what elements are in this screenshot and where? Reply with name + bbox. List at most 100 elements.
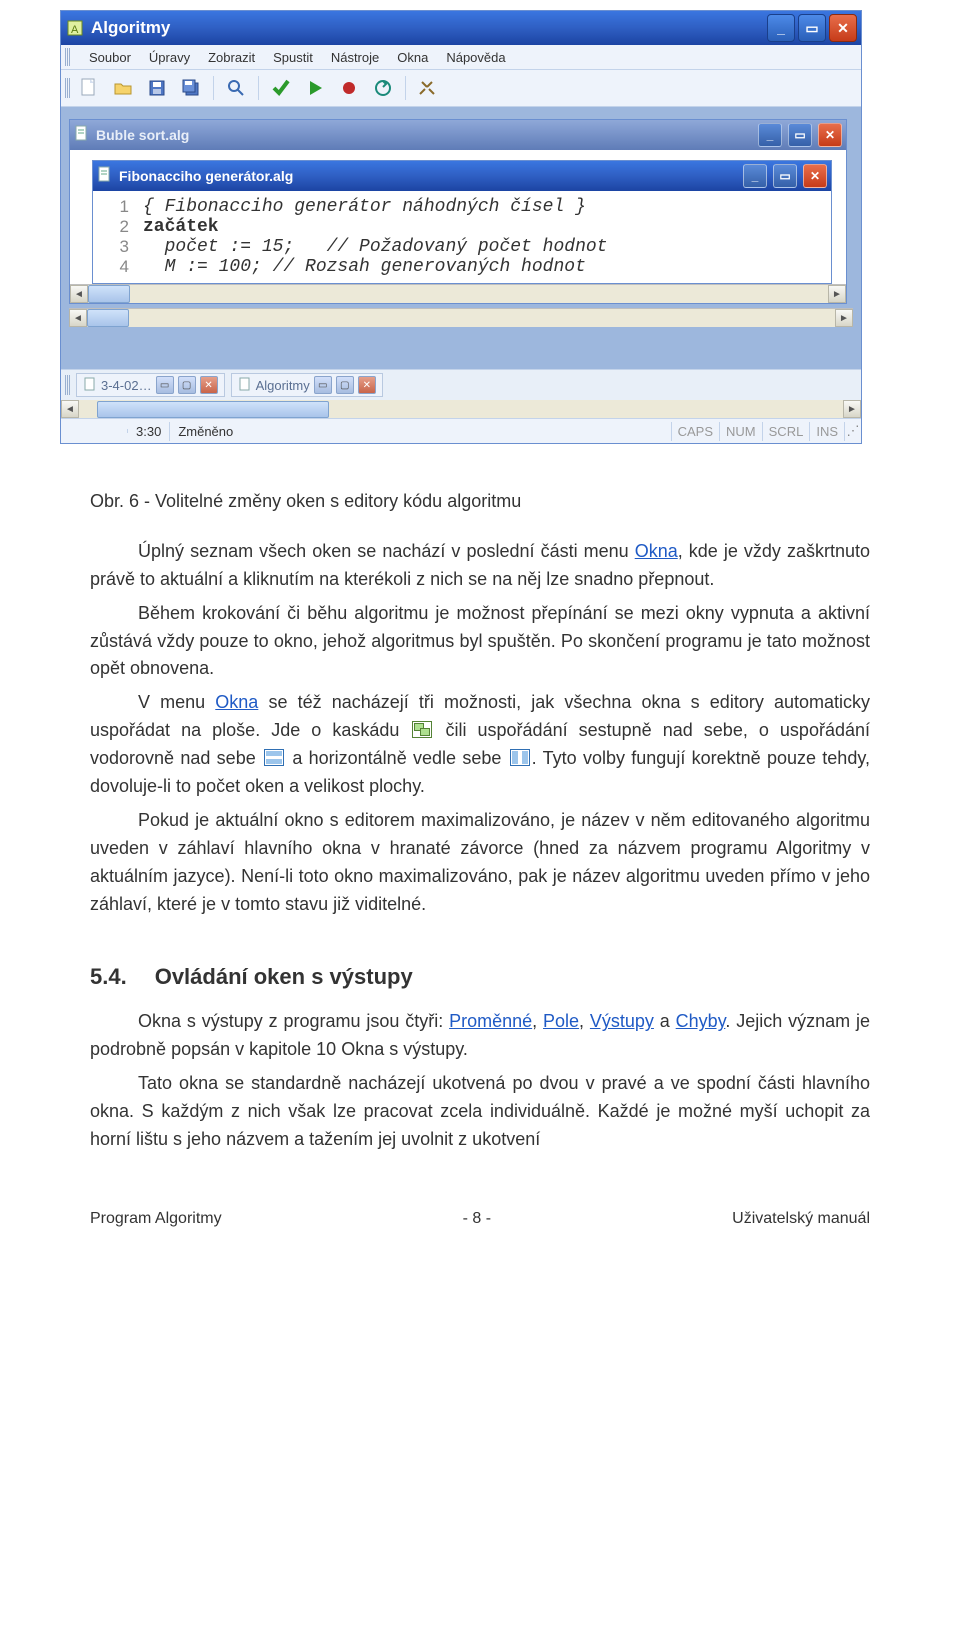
close-button[interactable]: ✕ (803, 164, 827, 188)
minimize-button[interactable]: _ (767, 14, 795, 42)
breakpoint-icon[interactable] (334, 74, 364, 102)
task-tab[interactable]: 3-4-02… ▭ ▢ ✕ (76, 373, 225, 397)
link-promenne[interactable]: Proměnné (449, 1011, 532, 1031)
find-icon[interactable] (221, 74, 251, 102)
status-cursor-pos: 3:30 (128, 422, 170, 441)
code-text: M := 100; // Rozsah generovaných hodnot (143, 257, 586, 277)
scroll-right-icon[interactable]: ► (835, 309, 853, 327)
scroll-right-icon[interactable]: ► (843, 400, 861, 418)
separator (258, 76, 259, 100)
document-body: Obr. 6 - Volitelné změny oken s editory … (0, 454, 960, 934)
new-file-icon[interactable] (74, 74, 104, 102)
menu-nastroje[interactable]: Nástroje (331, 50, 379, 65)
status-bar: 3:30 Změněno CAPS NUM SCRL INS ⋰ (61, 418, 861, 443)
child-window-front[interactable]: Fibonacciho generátor.alg _ ▭ ✕ 1{ Fibon… (92, 160, 832, 284)
footer-right: Uživatelský manuál (732, 1210, 870, 1228)
line-number: 4 (99, 257, 143, 277)
link-pole[interactable]: Pole (543, 1011, 579, 1031)
scroll-left-icon[interactable]: ◄ (69, 309, 87, 327)
paragraph: Úplný seznam všech oken se nachází v pos… (90, 538, 870, 594)
scroll-thumb[interactable] (97, 401, 329, 418)
tab-label: 3-4-02… (101, 378, 152, 393)
scroll-right-icon[interactable]: ► (828, 285, 846, 303)
horizontal-scrollbar[interactable]: ◄ ► (70, 284, 846, 303)
link-okna[interactable]: Okna (635, 541, 678, 561)
save-icon[interactable] (142, 74, 172, 102)
footer-left: Program Algoritmy (90, 1210, 222, 1228)
horizontal-scrollbar[interactable]: ◄ ► (61, 400, 861, 418)
code-text: počet := 15; // Požadovaný počet hodnot (143, 237, 607, 257)
open-file-icon[interactable] (108, 74, 138, 102)
scroll-left-icon[interactable]: ◄ (61, 400, 79, 418)
menu-okna[interactable]: Okna (397, 50, 428, 65)
code-editor[interactable]: 1{ Fibonacciho generátor náhodných čísel… (93, 191, 831, 283)
horizontal-scrollbar[interactable]: ◄ ► (69, 308, 853, 327)
app-icon: A (65, 18, 85, 38)
task-tab[interactable]: Algoritmy ▭ ▢ ✕ (231, 373, 383, 397)
separator (405, 76, 406, 100)
footer-page-number: - 8 - (463, 1210, 491, 1228)
line-number: 3 (99, 237, 143, 257)
title-bar[interactable]: A Algoritmy _ ▭ ✕ (61, 11, 861, 45)
grip-icon[interactable] (65, 48, 71, 66)
heading-text: Ovládání oken s výstupy (155, 964, 413, 989)
resize-grip-icon[interactable]: ⋰ (845, 423, 861, 439)
tab-restore-icon[interactable]: ▭ (156, 376, 174, 394)
stop-reset-icon[interactable] (368, 74, 398, 102)
menu-upravy[interactable]: Úpravy (149, 50, 190, 65)
grip-icon[interactable] (65, 78, 70, 98)
tab-max-icon[interactable]: ▢ (336, 376, 354, 394)
menu-soubor[interactable]: Soubor (89, 50, 131, 65)
tab-close-icon[interactable]: ✕ (200, 376, 218, 394)
child-title-text: Fibonacciho generátor.alg (119, 168, 737, 184)
scroll-left-icon[interactable]: ◄ (70, 285, 88, 303)
figure-caption: Obr. 6 - Volitelné změny oken s editory … (90, 488, 870, 516)
tab-close-icon[interactable]: ✕ (358, 376, 376, 394)
status-ins: INS (810, 422, 845, 441)
tab-max-icon[interactable]: ▢ (178, 376, 196, 394)
grip-icon[interactable] (65, 375, 70, 395)
status-modified: Změněno (170, 422, 671, 441)
tab-restore-icon[interactable]: ▭ (314, 376, 332, 394)
close-button[interactable]: ✕ (818, 123, 842, 147)
menu-zobrazit[interactable]: Zobrazit (208, 50, 255, 65)
separator (213, 76, 214, 100)
menu-spustit[interactable]: Spustit (273, 50, 313, 65)
mdi-client-area: Buble sort.alg _ ▭ ✕ Fibonacciho generát… (61, 107, 861, 369)
maximize-button[interactable]: ▭ (798, 14, 826, 42)
page-footer: Program Algoritmy - 8 - Uživatelský manu… (90, 1210, 870, 1228)
minimize-button[interactable]: _ (758, 123, 782, 147)
maximize-button[interactable]: ▭ (773, 164, 797, 188)
minimize-button[interactable]: _ (743, 164, 767, 188)
scroll-thumb[interactable] (88, 285, 130, 303)
link-vystupy[interactable]: Výstupy (590, 1011, 654, 1031)
save-all-icon[interactable] (176, 74, 206, 102)
tab-label: Algoritmy (256, 378, 310, 393)
scroll-thumb[interactable] (87, 309, 129, 327)
child-title-text: Buble sort.alg (96, 127, 752, 143)
caption-text: - Volitelné změny oken s editory kódu al… (139, 491, 521, 511)
child-window-back[interactable]: Buble sort.alg _ ▭ ✕ Fibonacciho generát… (69, 119, 847, 304)
text: , (532, 1011, 543, 1031)
caption-label: Obr. 6 (90, 491, 139, 511)
menu-napoveda[interactable]: Nápověda (446, 50, 505, 65)
tile-horizontal-icon (264, 749, 284, 766)
run-play-icon[interactable] (300, 74, 330, 102)
doc-icon (97, 166, 113, 187)
child-title-bar[interactable]: Fibonacciho generátor.alg _ ▭ ✕ (93, 161, 831, 191)
text: Okna s výstupy z programu jsou čtyři: (138, 1011, 449, 1031)
maximize-button[interactable]: ▭ (788, 123, 812, 147)
document-body: Okna s výstupy z programu jsou čtyři: Pr… (0, 1008, 960, 1169)
close-button[interactable]: ✕ (829, 14, 857, 42)
doc-icon (238, 377, 252, 394)
child-title-bar[interactable]: Buble sort.alg _ ▭ ✕ (70, 120, 846, 150)
svg-text:A: A (71, 24, 79, 36)
app-window: A Algoritmy _ ▭ ✕ Soubor Úpravy Zobrazit… (60, 10, 862, 444)
line-number: 2 (99, 217, 143, 237)
section-heading: 5.4.Ovládání oken s výstupy (90, 964, 870, 990)
link-chyby[interactable]: Chyby (676, 1011, 726, 1031)
run-check-icon[interactable] (266, 74, 296, 102)
tools-icon[interactable] (413, 74, 443, 102)
link-okna[interactable]: Okna (215, 692, 258, 712)
line-number: 1 (99, 197, 143, 217)
